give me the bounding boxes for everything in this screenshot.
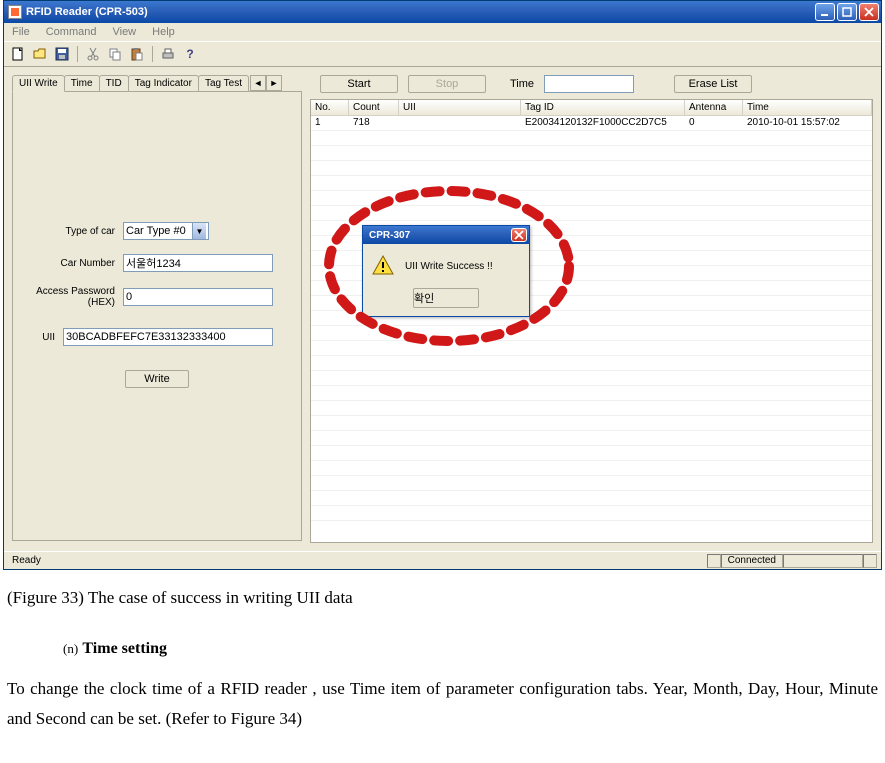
table-row-empty [311,131,872,146]
tab-uii-write[interactable]: UII Write [12,75,65,92]
col-no[interactable]: No. [311,100,349,115]
type-of-car-select[interactable]: Car Type #0 ▼ [123,222,209,240]
type-of-car-value: Car Type #0 [126,225,186,237]
chevron-down-icon: ▼ [192,223,206,239]
type-of-car-label: Type of car [23,226,123,237]
status-connected: Connected [721,554,783,568]
table-row-empty [311,341,872,356]
dialog-close-button[interactable] [511,228,527,242]
access-password-label: Access Password (HEX) [23,286,123,308]
tab-tid[interactable]: TID [99,75,129,92]
main-window: RFID Reader (CPR-503) File Command View … [3,0,882,570]
table-row-empty [311,446,872,461]
document-text: (Figure 33) The case of success in writi… [3,570,882,744]
table-row-empty [311,506,872,521]
maximize-button[interactable] [837,3,857,21]
app-icon [8,5,22,19]
table-row-empty [311,176,872,191]
paragraph-text: To change the clock time of a RFID reade… [7,674,878,734]
uii-field[interactable]: 30BCADBFEFC7E33132333400 [63,328,273,346]
table-row-empty [311,491,872,506]
menu-help[interactable]: Help [148,25,179,39]
table-row-empty [311,326,872,341]
save-icon[interactable] [52,44,72,64]
start-button[interactable]: Start [320,75,398,93]
table-body: 1718E20034120132F1000CC2D7C502010-10-01 … [311,116,872,521]
paste-icon[interactable] [127,44,147,64]
tab-time[interactable]: Time [64,75,100,92]
copy-icon[interactable] [105,44,125,64]
table-row-empty [311,416,872,431]
toolbar: ? [4,41,881,67]
minimize-button[interactable] [815,3,835,21]
control-row: Start Stop Time Erase List [310,75,873,93]
client-area: UII Write Time TID Tag Indicator Tag Tes… [4,67,881,551]
col-time[interactable]: Time [743,100,872,115]
left-panel: UII Write Time TID Tag Indicator Tag Tes… [12,75,302,543]
menu-command[interactable]: Command [42,25,101,39]
table-row-empty [311,476,872,491]
statusbar: Ready Connected [4,551,881,569]
tab-tag-test[interactable]: Tag Test [198,75,249,92]
table-row-empty [311,386,872,401]
titlebar: RFID Reader (CPR-503) [4,1,881,23]
dialog-ok-button[interactable]: 확인 [413,288,479,308]
car-number-label: Car Number [23,258,123,269]
table-row-empty [311,191,872,206]
col-count[interactable]: Count [349,100,399,115]
open-icon[interactable] [30,44,50,64]
table-row[interactable]: 1718E20034120132F1000CC2D7C502010-10-01 … [311,116,872,131]
figure-caption: (Figure 33) The case of success in writi… [7,588,878,608]
print-icon[interactable] [158,44,178,64]
access-password-field[interactable]: 0 [123,288,273,306]
dialog-title: CPR-307 [369,230,410,241]
table-row-empty [311,356,872,371]
dialog-message: UII Write Success !! [405,261,493,272]
col-tagid[interactable]: Tag ID [521,100,685,115]
subsection-heading: (n) Time setting [63,638,878,658]
tab-scroll-left[interactable]: ◄ [250,75,266,91]
table-row-empty [311,161,872,176]
tab-tag-indicator[interactable]: Tag Indicator [128,75,199,92]
help-icon[interactable]: ? [180,44,200,64]
erase-list-button[interactable]: Erase List [674,75,752,93]
window-title: RFID Reader (CPR-503) [26,6,148,18]
table-row-empty [311,146,872,161]
table-row-empty [311,401,872,416]
time-label: Time [510,78,534,90]
col-antenna[interactable]: Antenna [685,100,743,115]
tab-body-uii-write: Type of car Car Type #0 ▼ Car Number 서울허… [12,91,302,541]
col-uii[interactable]: UII [399,100,521,115]
car-number-field[interactable]: 서울허1234 [123,254,273,272]
menu-file[interactable]: File [8,25,34,39]
tab-strip: UII Write Time TID Tag Indicator Tag Tes… [12,75,302,92]
table-row-empty [311,431,872,446]
menu-view[interactable]: View [108,25,140,39]
warning-icon [371,254,395,278]
table-header: No. Count UII Tag ID Antenna Time [311,100,872,116]
new-icon[interactable] [8,44,28,64]
close-button[interactable] [859,3,879,21]
write-button[interactable]: Write [125,370,188,388]
results-table: No. Count UII Tag ID Antenna Time 1718E2… [310,99,873,543]
table-row-empty [311,371,872,386]
menubar: File Command View Help [4,23,881,41]
stop-button[interactable]: Stop [408,75,486,93]
table-row-empty [311,461,872,476]
tab-scroll-right[interactable]: ► [266,75,282,91]
status-ready: Ready [8,555,45,566]
cut-icon[interactable] [83,44,103,64]
table-row-empty [311,206,872,221]
time-field[interactable] [544,75,634,93]
dialog-success: CPR-307 UII Write Success !! 확인 [362,225,530,317]
uii-label: UII [23,332,63,343]
